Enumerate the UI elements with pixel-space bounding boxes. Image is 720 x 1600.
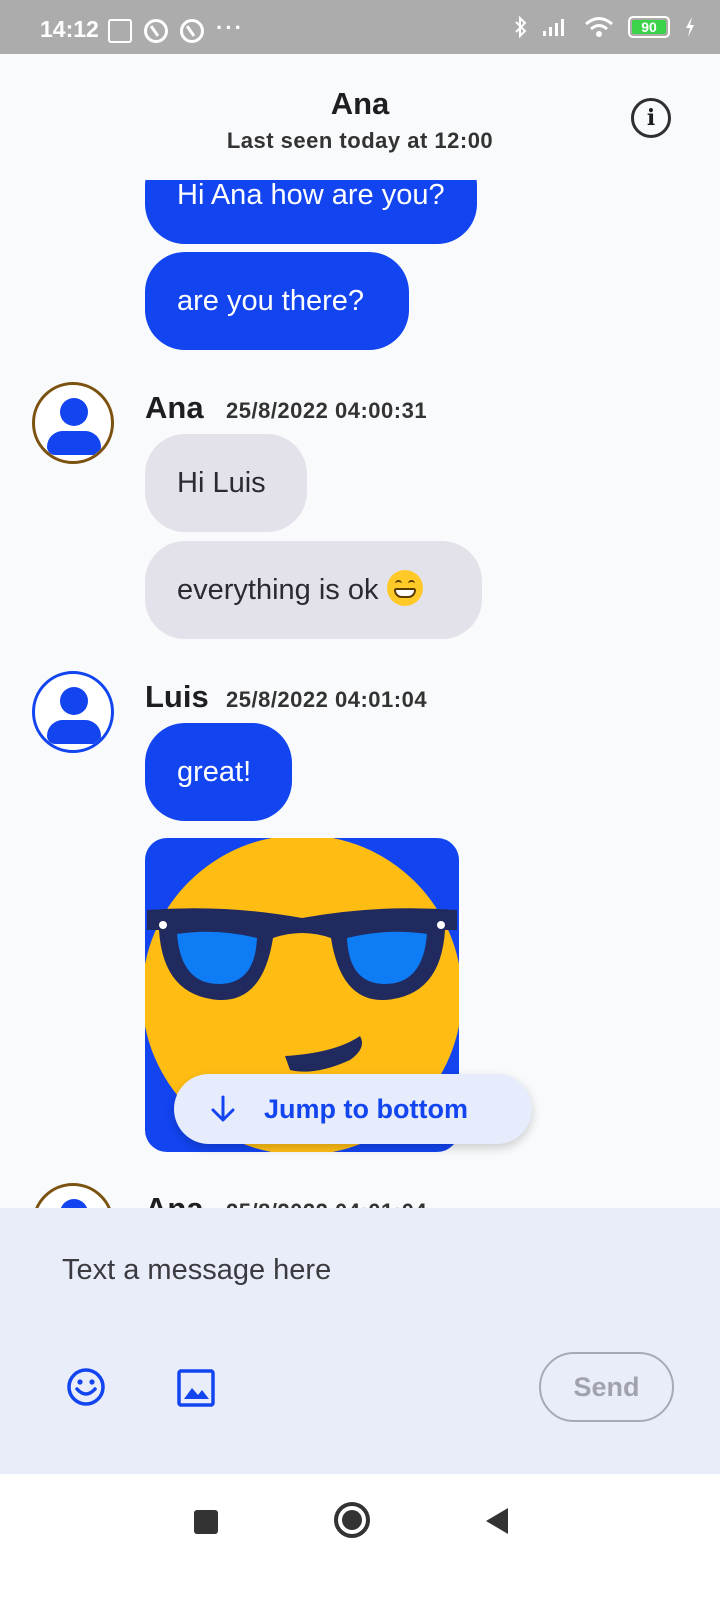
info-icon[interactable]: i xyxy=(631,98,671,138)
wifi-icon xyxy=(585,17,613,37)
chat-header: Ana Last seen today at 12:00 i xyxy=(0,54,720,180)
sender-name: Ana xyxy=(145,1191,204,1208)
navigation-bar xyxy=(0,1474,720,1600)
more-notifications-icon: ··· xyxy=(216,15,244,40)
contact-name: Ana xyxy=(330,86,390,121)
home-icon[interactable] xyxy=(334,1502,370,1538)
image-icon[interactable] xyxy=(176,1368,216,1408)
message-bubble[interactable]: everything is ok xyxy=(145,541,482,639)
notification-icon xyxy=(108,19,132,43)
avatar[interactable] xyxy=(32,671,114,753)
status-time: 14:12 xyxy=(40,16,99,42)
last-seen-status: Last seen today at 12:00 xyxy=(226,128,494,153)
message-timestamp: 25/8/2022 04:01:04 xyxy=(226,687,428,712)
bluetooth-icon xyxy=(515,16,527,38)
grinning-face-emoji-icon xyxy=(386,570,423,607)
message-text: everything is ok xyxy=(177,574,379,606)
at-icon xyxy=(180,19,204,43)
avatar[interactable] xyxy=(32,1183,114,1208)
jump-to-bottom-label: Jump to bottom xyxy=(264,1093,468,1124)
at-icon xyxy=(144,19,168,43)
message-timestamp: 25/8/2022 04:00:31 xyxy=(226,398,428,423)
recents-icon[interactable] xyxy=(194,1510,218,1534)
status-bar: 14:12 ··· 90 xyxy=(0,0,720,54)
sender-name: Luis xyxy=(145,679,209,714)
message-list[interactable]: Hi Ana how are you? are you there? Ana 2… xyxy=(0,180,720,1208)
message-bubble[interactable]: Hi Ana how are you? xyxy=(145,180,477,244)
signal-icon xyxy=(543,19,564,36)
message-bubble[interactable]: are you there? xyxy=(145,252,409,350)
message-input[interactable] xyxy=(48,1240,676,1300)
charging-icon xyxy=(686,17,694,37)
message-bubble[interactable]: great! xyxy=(145,723,292,821)
sender-name: Ana xyxy=(145,390,204,425)
message-composer: Send xyxy=(0,1208,720,1474)
battery-level: 90 xyxy=(641,19,657,35)
emoji-icon[interactable] xyxy=(66,1367,106,1407)
arrow-down-icon xyxy=(211,1095,235,1122)
send-button[interactable]: Send xyxy=(539,1352,674,1422)
message-timestamp: 25/8/2022 04:01:04 xyxy=(226,1199,427,1208)
battery-icon: 90 xyxy=(628,16,670,38)
message-bubble[interactable]: Hi Luis xyxy=(145,434,307,532)
back-icon[interactable] xyxy=(486,1508,508,1534)
avatar[interactable] xyxy=(32,382,114,464)
jump-to-bottom-button[interactable]: Jump to bottom xyxy=(174,1074,532,1144)
